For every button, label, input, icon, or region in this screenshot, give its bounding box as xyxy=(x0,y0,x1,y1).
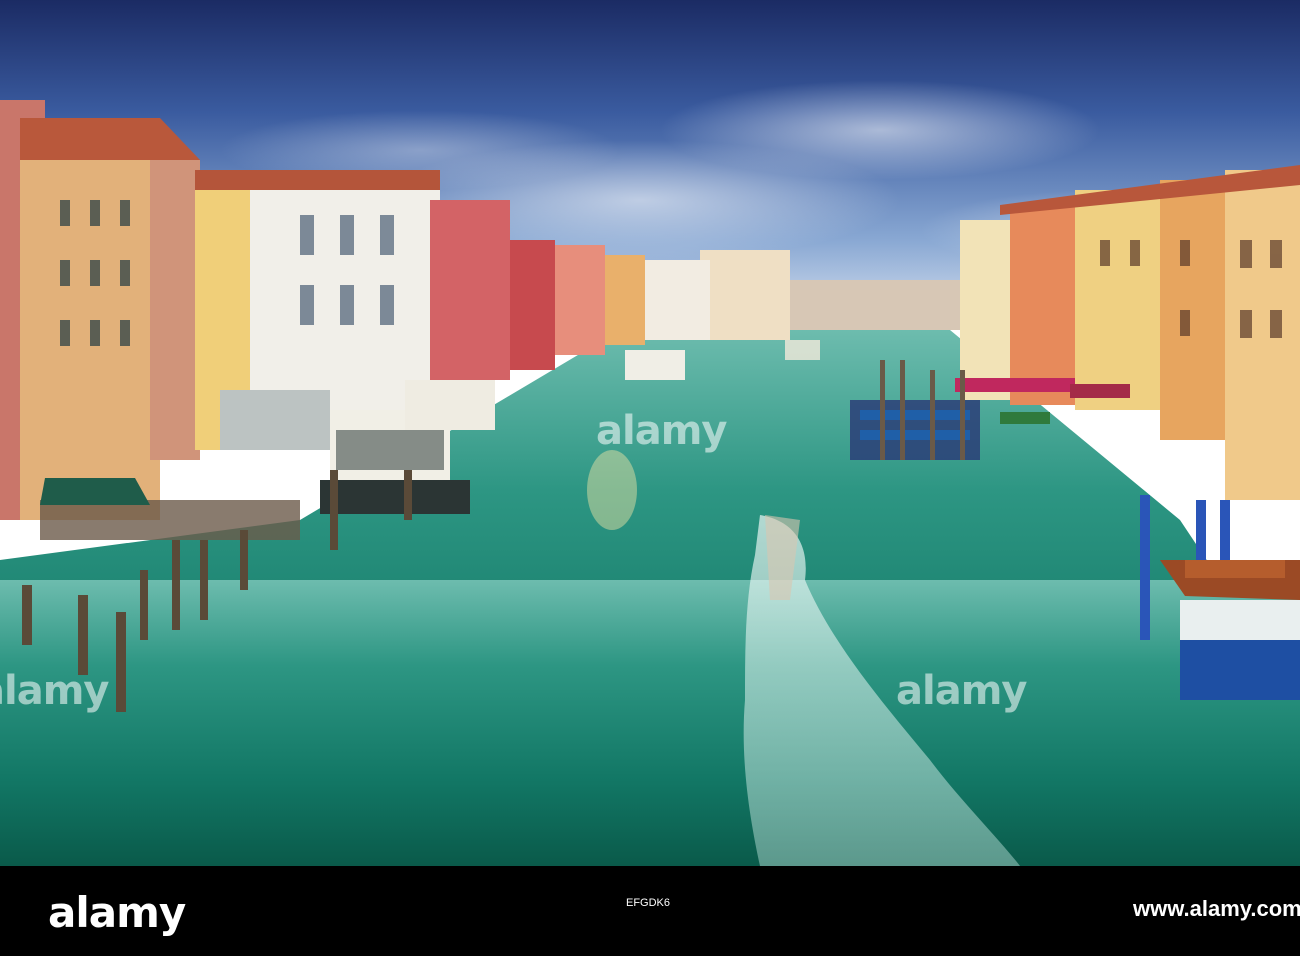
alamy-url: www.alamy.com xyxy=(1133,896,1300,921)
image-id: EFGDK6 xyxy=(626,897,671,909)
alamy-logo: alamy xyxy=(48,888,186,937)
watermark-right: alamy xyxy=(896,668,1027,714)
watermark-left: alamy xyxy=(0,668,109,714)
watermark-center: alamy xyxy=(596,408,727,454)
footer-bar: alamy xyxy=(0,866,1300,956)
